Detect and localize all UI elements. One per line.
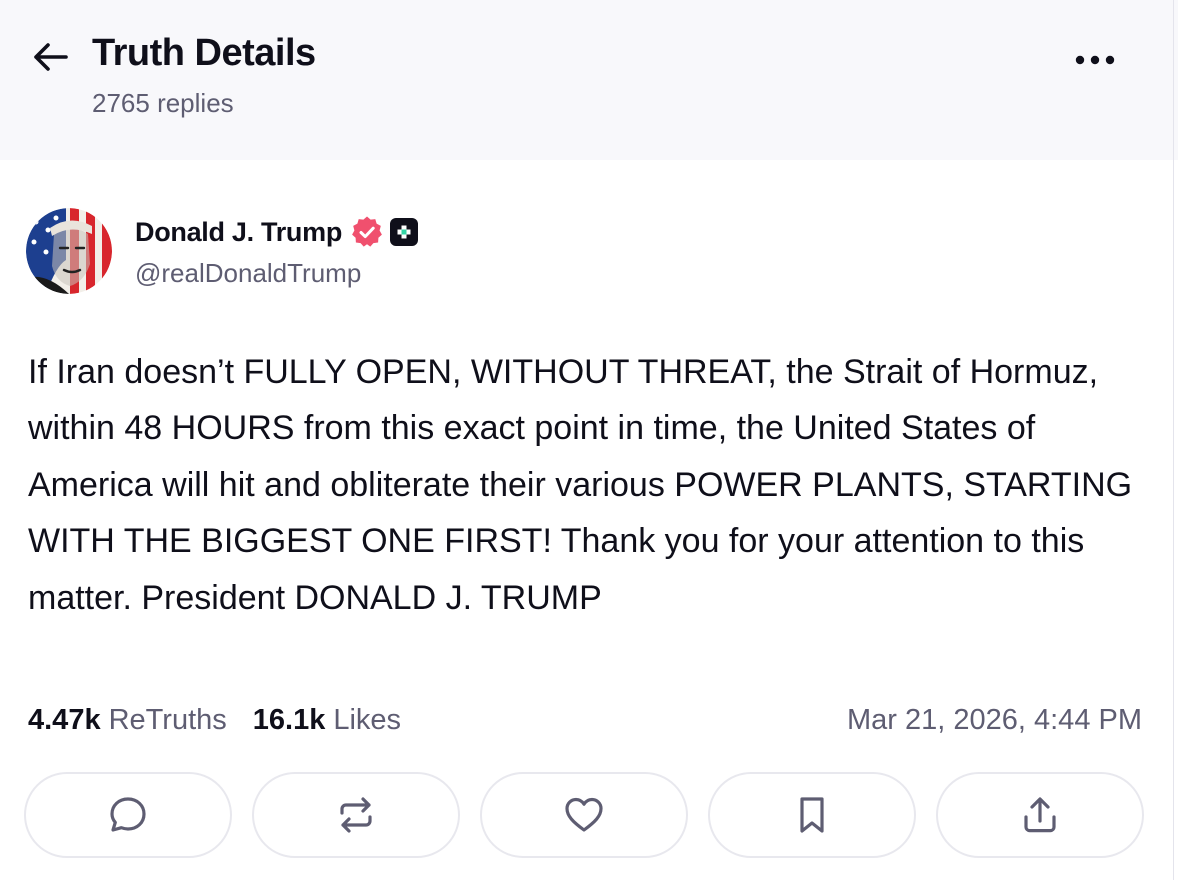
author-handle[interactable]: @realDonaldTrump xyxy=(135,258,361,289)
avatar[interactable] xyxy=(26,208,112,294)
author-row: Donald J. Trump xyxy=(135,212,419,252)
heart-icon xyxy=(565,797,603,832)
avatar-image xyxy=(26,208,112,294)
likes-count: 16.1k xyxy=(252,703,326,736)
repost-icon xyxy=(340,797,372,833)
page-title: Truth Details xyxy=(92,32,316,74)
post-timestamp: Mar 21, 2026, 4:44 PM xyxy=(847,703,1142,736)
more-options-button[interactable] xyxy=(1070,40,1120,80)
reply-button[interactable] xyxy=(24,772,232,858)
truth-plus-badge-icon xyxy=(390,218,419,246)
share-button[interactable] xyxy=(936,772,1144,858)
comment-icon xyxy=(110,797,146,832)
share-icon xyxy=(1024,797,1056,833)
retruths-label: ReTruths xyxy=(108,703,227,736)
like-button[interactable] xyxy=(480,772,688,858)
author-name[interactable]: Donald J. Trump xyxy=(135,217,342,248)
action-bar xyxy=(24,772,1146,860)
retruths-stat[interactable]: 4.47k ReTruths xyxy=(28,704,227,737)
header-bar: Truth Details 2765 replies xyxy=(0,0,1178,160)
bookmark-button[interactable] xyxy=(708,772,916,858)
bookmark-icon xyxy=(800,797,824,833)
post-text: If Iran doesn’t FULLY OPEN, WITHOUT THRE… xyxy=(28,353,1133,617)
back-button[interactable] xyxy=(24,34,76,80)
retruths-count: 4.47k xyxy=(28,703,101,736)
reply-count: 2765 replies xyxy=(92,88,234,118)
verified-badge-icon xyxy=(352,216,382,247)
likes-label: Likes xyxy=(333,703,402,736)
more-horizontal-icon xyxy=(1075,55,1115,65)
column-divider xyxy=(1173,0,1174,880)
post-stats: 4.47k ReTruths 16.1k Likes xyxy=(28,700,401,740)
retruth-button[interactable] xyxy=(252,772,460,858)
likes-stat[interactable]: 16.1k Likes xyxy=(253,704,401,737)
arrow-left-icon xyxy=(34,43,68,71)
